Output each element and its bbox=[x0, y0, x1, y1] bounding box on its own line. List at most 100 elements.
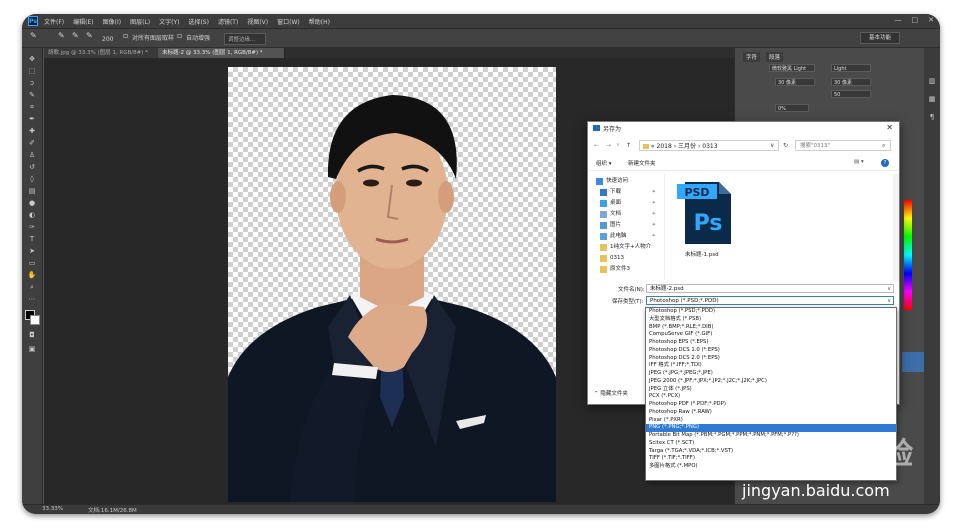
filetype-option[interactable]: JPEG 立体 (*.JPS) bbox=[646, 386, 896, 394]
menu-layer[interactable]: 图层(L) bbox=[130, 17, 150, 26]
path-dropdown-chevron-icon[interactable]: ∨ bbox=[770, 142, 774, 149]
filetype-option[interactable]: IFF 格式 (*.IFF;*.TDI) bbox=[646, 362, 896, 370]
refresh-icon[interactable]: ↻ bbox=[783, 142, 788, 149]
screen-mode-icon[interactable]: ▣ bbox=[27, 344, 37, 354]
history-panel-icon[interactable]: ▥ bbox=[927, 76, 937, 86]
tab-document-2[interactable]: 未标题-2 @ 33.3% (图层 1, RGB/8#) * bbox=[158, 48, 285, 58]
filetype-option[interactable]: JPEG (*.JPG;*.JPEG;*.JPE) bbox=[646, 370, 896, 378]
document-canvas[interactable] bbox=[228, 67, 556, 502]
filetype-option[interactable]: 大型文档格式 (*.PSB) bbox=[646, 316, 896, 324]
checkbox-auto-enhance[interactable]: ▫ bbox=[177, 31, 182, 40]
filetype-option[interactable]: Photoshop Raw (*.RAW) bbox=[646, 409, 896, 417]
filetype-option[interactable]: JPEG 2000 (*.JPF;*.JPX;*.JP2;*.J2C;*.J2K… bbox=[646, 378, 896, 386]
filetype-option[interactable]: Photoshop (*.PSD;*.PDD) bbox=[646, 308, 896, 316]
path-select-icon[interactable]: ➤ bbox=[27, 246, 37, 256]
quick-mask-icon[interactable]: ◘ bbox=[27, 330, 37, 340]
eraser-tool-icon[interactable]: ◊ bbox=[27, 174, 37, 184]
recent-chevron-icon[interactable]: ∨ bbox=[616, 142, 620, 148]
font-size-field[interactable]: 30 像素 bbox=[775, 78, 815, 86]
menu-help[interactable]: 帮助(H) bbox=[309, 17, 330, 26]
type-tool-icon[interactable]: T bbox=[27, 234, 37, 244]
tab-paragraph[interactable]: 段落 bbox=[766, 52, 784, 62]
stamp-tool-icon[interactable]: ♙ bbox=[27, 150, 37, 160]
filetype-option[interactable]: PCX (*.PCX) bbox=[646, 393, 896, 401]
menu-edit[interactable]: 编辑(E) bbox=[73, 17, 93, 26]
workspace-switcher[interactable]: 基本功能 bbox=[860, 32, 900, 44]
address-path[interactable]: « 2018 › 三月份 › 0313 bbox=[639, 140, 779, 151]
nav-item-quick-access[interactable]: 快速访问 bbox=[596, 176, 658, 187]
more-tools-icon[interactable]: ⋯ bbox=[27, 294, 37, 304]
hand-tool-icon[interactable]: ✋ bbox=[27, 270, 37, 280]
marquee-tool-icon[interactable]: ⬚ bbox=[27, 66, 37, 76]
file-list-area[interactable]: PSD Ps 未标题-1.psd bbox=[664, 174, 897, 280]
menu-type[interactable]: 文字(Y) bbox=[159, 17, 179, 26]
color-spectrum[interactable] bbox=[904, 200, 912, 310]
up-arrow-icon[interactable]: ↑ bbox=[626, 142, 631, 149]
leading-field[interactable]: 30 像素 bbox=[831, 78, 871, 86]
quick-select-tool-icon[interactable]: ✎ bbox=[30, 31, 37, 40]
tracking-field[interactable]: 50 bbox=[831, 90, 871, 98]
nav-item-downloads[interactable]: 下载 ✦ bbox=[596, 187, 658, 198]
eyedropper-tool-icon[interactable]: ✒ bbox=[27, 114, 37, 124]
path-segment-month[interactable]: 三月份 bbox=[678, 143, 696, 150]
nav-item-folder-1[interactable]: 1纯文字+人物介 bbox=[596, 242, 658, 253]
chevron-down-icon[interactable]: ∨ bbox=[887, 285, 891, 294]
minimize-button[interactable]: — bbox=[895, 16, 902, 24]
hide-folders-toggle[interactable]: ⌃ 隐藏文件夹 bbox=[594, 389, 628, 397]
shape-tool-icon[interactable]: ▭ bbox=[27, 258, 37, 268]
blur-tool-icon[interactable]: ● bbox=[27, 198, 37, 208]
search-input[interactable]: 搜索"0313" bbox=[795, 140, 891, 151]
organize-button[interactable]: 组织 ▾ bbox=[596, 159, 612, 167]
font-style-select[interactable]: Light bbox=[831, 64, 871, 72]
chevron-down-icon[interactable]: ∨ bbox=[887, 297, 891, 306]
subtract-selection-icon[interactable]: ✎ bbox=[86, 31, 93, 40]
properties-panel-icon[interactable]: ▦ bbox=[927, 94, 937, 104]
menu-window[interactable]: 窗口(W) bbox=[277, 17, 300, 26]
filetype-option[interactable]: BMP (*.BMP;*.RLE;*.DIB) bbox=[646, 324, 896, 332]
crop-tool-icon[interactable]: ⌗ bbox=[27, 102, 37, 112]
healing-tool-icon[interactable]: ✚ bbox=[27, 126, 37, 136]
selected-layer-highlight[interactable] bbox=[902, 352, 924, 372]
tab-character[interactable]: 字符 bbox=[743, 52, 761, 62]
filetype-select[interactable]: Photoshop (*.PSD;*.PDD) ∨ bbox=[646, 296, 894, 305]
history-brush-icon[interactable]: ↺ bbox=[27, 162, 37, 172]
filename-input[interactable]: 未标题-2.psd ∨ bbox=[646, 284, 894, 293]
zoom-tool-icon[interactable]: ⌕ bbox=[27, 282, 37, 292]
nav-item-this-pc[interactable]: 此电脑 ✦ bbox=[596, 231, 658, 242]
pen-tool-icon[interactable]: ✑ bbox=[27, 222, 37, 232]
close-button[interactable]: ✕ bbox=[928, 16, 934, 24]
nav-item-desktop[interactable]: 桌面 ✦ bbox=[596, 198, 658, 209]
zoom-level[interactable]: 33.33% bbox=[42, 506, 63, 512]
move-tool-icon[interactable]: ✥ bbox=[27, 54, 37, 64]
new-selection-icon[interactable]: ✎ bbox=[58, 31, 65, 40]
nav-item-folder-0313[interactable]: 0313 bbox=[596, 253, 658, 264]
refine-edge-button[interactable]: 调整边缘... bbox=[224, 33, 266, 45]
path-segment-folder[interactable]: 0313 bbox=[702, 143, 717, 150]
brush-tool-icon[interactable]: ✐ bbox=[27, 138, 37, 148]
paragraph-panel-icon[interactable]: ¶ bbox=[927, 112, 937, 122]
back-arrow-icon[interactable]: ← bbox=[594, 142, 599, 149]
menu-filter[interactable]: 滤镜(T) bbox=[218, 17, 238, 26]
font-family-select[interactable]: 微软雅黑 Light bbox=[769, 64, 815, 72]
view-options-icon[interactable]: ▤ ▾ bbox=[854, 159, 864, 165]
dodge-tool-icon[interactable]: ◐ bbox=[27, 210, 37, 220]
tab-document-1[interactable]: 胡歌.jpg @ 33.3% (图层 1, RGB/8#) * bbox=[44, 48, 163, 58]
filetype-option[interactable]: Photoshop DCS 1.0 (*.EPS) bbox=[646, 347, 896, 355]
forward-arrow-icon[interactable]: → bbox=[606, 142, 611, 149]
menu-image[interactable]: 图像(I) bbox=[103, 17, 121, 26]
filetype-option[interactable]: Photoshop PDF (*.PDF;*.PDP) bbox=[646, 401, 896, 409]
maximize-button[interactable]: □ bbox=[912, 16, 919, 24]
dialog-close-button[interactable]: ✕ bbox=[886, 123, 893, 132]
checkbox-sample-all[interactable]: ▫ bbox=[123, 31, 128, 40]
psd-file-icon[interactable]: PSD Ps bbox=[675, 178, 733, 246]
nav-item-folder-source[interactable]: 原文件3 bbox=[596, 264, 658, 275]
menu-select[interactable]: 选择(S) bbox=[188, 17, 209, 26]
scale-field[interactable]: 0% bbox=[775, 104, 809, 112]
menu-file[interactable]: 文件(F) bbox=[44, 17, 64, 26]
nav-item-pictures[interactable]: 图片 ✦ bbox=[596, 220, 658, 231]
gradient-tool-icon[interactable]: ▤ bbox=[27, 186, 37, 196]
background-color-swatch[interactable] bbox=[30, 315, 40, 325]
add-selection-icon[interactable]: ✎ bbox=[72, 31, 79, 40]
filetype-option[interactable]: CompuServe GIF (*.GIF) bbox=[646, 331, 896, 339]
menu-view[interactable]: 视图(V) bbox=[247, 17, 268, 26]
